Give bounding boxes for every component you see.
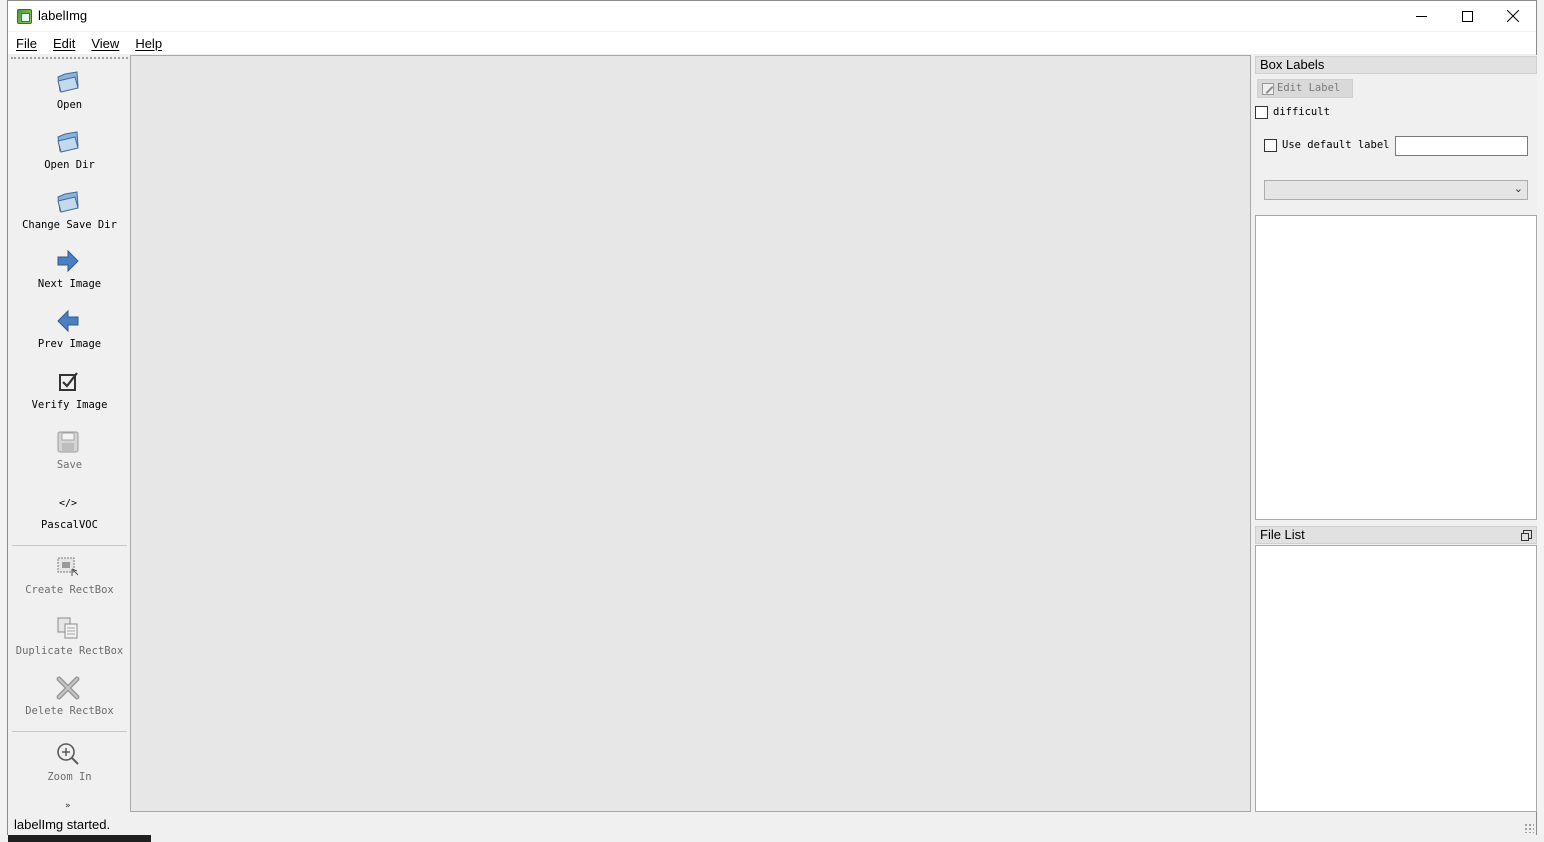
file-list[interactable] bbox=[1255, 545, 1537, 812]
close-icon bbox=[1507, 10, 1519, 22]
toolbar-grip[interactable] bbox=[11, 57, 128, 60]
folder-open-icon bbox=[57, 191, 79, 213]
delete-rectbox-label: Delete RectBox bbox=[25, 705, 114, 717]
duplicate-icon bbox=[57, 617, 78, 639]
folder-open-icon bbox=[57, 71, 79, 93]
difficult-label: difficult bbox=[1273, 106, 1330, 118]
minimize-icon bbox=[1415, 15, 1427, 17]
open-label: Open bbox=[56, 99, 83, 111]
minimize-button[interactable] bbox=[1398, 1, 1444, 31]
box-labels-title[interactable]: Box Labels bbox=[1255, 56, 1537, 74]
prev-image-button[interactable]: Prev Image bbox=[9, 300, 130, 358]
zoom-in-icon bbox=[57, 743, 79, 765]
delete-icon bbox=[56, 676, 80, 700]
difficult-checkbox[interactable] bbox=[1255, 106, 1268, 119]
file-list-title-text: File List bbox=[1260, 527, 1305, 542]
open-dir-label: Open Dir bbox=[44, 159, 95, 171]
create-rect-icon bbox=[57, 557, 79, 576]
save-label: Save bbox=[56, 459, 83, 471]
maximize-icon bbox=[1461, 10, 1473, 22]
default-label-input[interactable] bbox=[1395, 136, 1528, 156]
maximize-button[interactable] bbox=[1444, 1, 1490, 31]
zoom-in-button[interactable]: Zoom In bbox=[9, 733, 130, 791]
create-rectbox-label: Create RectBox bbox=[25, 584, 114, 596]
save-icon bbox=[57, 431, 79, 453]
taskbar-dark-segment bbox=[8, 834, 151, 842]
menu-bar: File Edit View Help bbox=[8, 32, 1536, 54]
menu-file[interactable]: File bbox=[16, 36, 37, 51]
menu-help[interactable]: Help bbox=[135, 36, 162, 51]
box-labels-list[interactable] bbox=[1255, 215, 1537, 520]
prev-image-label: Prev Image bbox=[37, 338, 102, 350]
edit-pencil-icon bbox=[1262, 83, 1274, 95]
status-text: labelImg started. bbox=[14, 817, 111, 832]
taskbar-strip bbox=[0, 834, 1544, 842]
checkbox-icon bbox=[59, 372, 78, 391]
file-list-title[interactable]: File List bbox=[1255, 526, 1537, 544]
right-dock: Box Labels Edit Label difficult Use defa… bbox=[1255, 55, 1537, 812]
open-dir-button[interactable]: Open Dir bbox=[9, 121, 130, 179]
tools-toolbar: Open Open Dir Change Save Dir Next Image… bbox=[9, 55, 130, 812]
zoom-in-label: Zoom In bbox=[47, 771, 92, 783]
chevron-down-icon: ⌄ bbox=[1513, 182, 1523, 195]
edit-label-text: Edit Label bbox=[1277, 82, 1341, 94]
toolbar-separator bbox=[12, 731, 127, 732]
app-icon bbox=[17, 9, 32, 24]
code-format-icon: </> bbox=[59, 498, 77, 509]
window-title: labelImg bbox=[38, 8, 88, 23]
change-save-dir-button[interactable]: Change Save Dir bbox=[9, 181, 130, 239]
duplicate-rectbox-button[interactable]: Duplicate RectBox bbox=[9, 607, 130, 665]
use-default-label-checkbox[interactable] bbox=[1264, 139, 1277, 152]
open-button[interactable]: Open bbox=[9, 61, 130, 119]
close-button[interactable] bbox=[1490, 1, 1536, 31]
pascalvoc-label: PascalVOC bbox=[41, 519, 98, 531]
svg-text:</>: </> bbox=[59, 498, 77, 509]
next-image-label: Next Image bbox=[37, 278, 102, 290]
delete-rectbox-button[interactable]: Delete RectBox bbox=[9, 667, 130, 725]
edit-label-button[interactable]: Edit Label bbox=[1257, 79, 1353, 98]
labelimg-window: labelImg File Edit View Help Open Open D… bbox=[7, 0, 1537, 835]
status-bar: labelImg started. bbox=[8, 813, 1536, 835]
image-canvas[interactable] bbox=[130, 55, 1251, 812]
title-bar[interactable]: labelImg bbox=[8, 1, 1536, 31]
menu-edit[interactable]: Edit bbox=[53, 36, 75, 51]
create-rectbox-button[interactable]: Create RectBox bbox=[9, 546, 130, 604]
arrow-right-icon bbox=[57, 249, 79, 273]
folder-open-icon bbox=[57, 131, 79, 153]
label-combo-box[interactable]: ⌄ bbox=[1264, 180, 1528, 200]
verify-image-button[interactable]: Verify Image bbox=[9, 361, 130, 419]
verify-image-label: Verify Image bbox=[31, 399, 108, 411]
use-default-label-text: Use default label bbox=[1282, 139, 1390, 151]
change-save-dir-label: Change Save Dir bbox=[22, 219, 117, 231]
save-button[interactable]: Save bbox=[9, 421, 130, 479]
menu-view[interactable]: View bbox=[91, 36, 119, 51]
arrow-left-icon bbox=[57, 309, 79, 333]
float-dock-icon[interactable] bbox=[1521, 530, 1532, 541]
toolbar-overflow-icon[interactable]: » bbox=[65, 801, 71, 811]
next-image-button[interactable]: Next Image bbox=[9, 240, 130, 298]
pascalvoc-button[interactable]: </> PascalVOC bbox=[9, 481, 130, 539]
duplicate-rectbox-label: Duplicate RectBox bbox=[15, 645, 124, 657]
resize-grip-icon[interactable] bbox=[1524, 823, 1534, 833]
